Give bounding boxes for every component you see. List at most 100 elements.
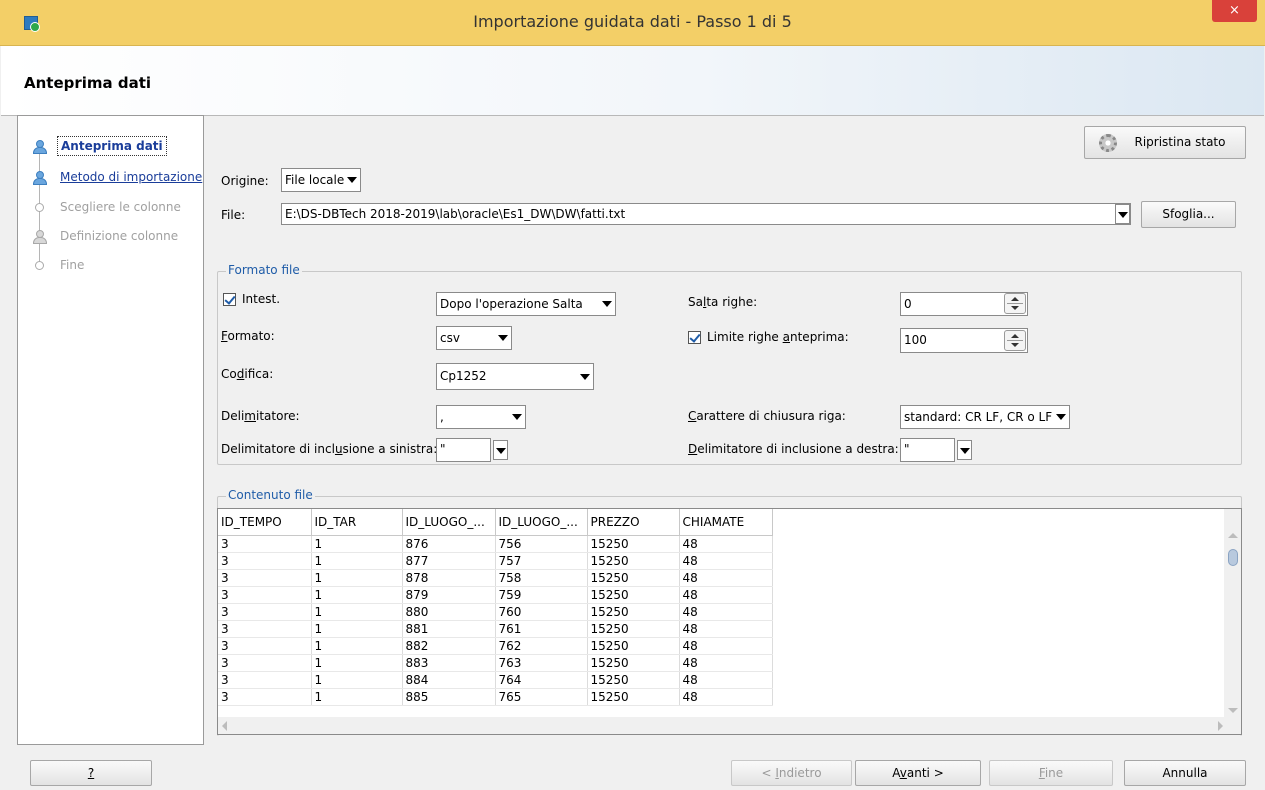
- table-row[interactable]: 3 1 883 763 15250 48: [218, 654, 773, 672]
- table-cell: 3: [218, 637, 312, 655]
- encoding-value: Cp1252: [440, 369, 487, 383]
- chevron-down-icon: [512, 414, 522, 420]
- restore-state-button[interactable]: Ripristina stato: [1084, 126, 1246, 159]
- eol-value: standard: CR LF, CR o LF: [904, 410, 1053, 424]
- skip-rows-stepper[interactable]: [1004, 293, 1026, 314]
- wizard-window: { "window": { "title": "Importazione gui…: [0, 0, 1265, 790]
- table-cell: 48: [679, 688, 773, 706]
- column-header[interactable]: ID_TAR: [311, 509, 403, 536]
- table-row[interactable]: 3 1 878 758 15250 48: [218, 569, 773, 587]
- table-cell: 884: [402, 671, 496, 689]
- table-cell: 3: [218, 688, 312, 706]
- encoding-select[interactable]: Cp1252: [436, 363, 594, 390]
- help-button[interactable]: ?: [30, 760, 152, 786]
- column-header[interactable]: ID_LUOGO_...: [402, 509, 496, 536]
- table-cell: 3: [218, 535, 312, 553]
- file-content-group-title: Contenuto file: [226, 488, 315, 502]
- table-row[interactable]: 3 1 885 765 15250 48: [218, 688, 773, 706]
- table-cell: 881: [402, 620, 496, 638]
- table-header-row: ID_TEMPO ID_TAR ID_LUOGO_... ID_LUOGO_..…: [218, 509, 773, 536]
- table-cell: 3: [218, 654, 312, 672]
- right-enclosure-input[interactable]: ": [900, 438, 955, 462]
- browse-button[interactable]: Sfoglia...: [1141, 201, 1236, 228]
- table-cell: 1: [311, 620, 403, 638]
- table-cell: 760: [495, 603, 588, 621]
- table-row[interactable]: 3 1 877 757 15250 48: [218, 552, 773, 570]
- table-cell: 759: [495, 586, 588, 604]
- table-cell: 762: [495, 637, 588, 655]
- table-row[interactable]: 3 1 880 760 15250 48: [218, 603, 773, 621]
- table-row[interactable]: 3 1 879 759 15250 48: [218, 586, 773, 604]
- title-bar: Importazione guidata dati - Passo 1 di 5…: [0, 0, 1265, 46]
- page-title: Anteprima dati: [24, 74, 152, 92]
- origin-value: File locale: [285, 173, 345, 187]
- right-enclosure-label: Delimitatore di inclusione a destra:: [688, 442, 899, 456]
- column-header[interactable]: ID_LUOGO_...: [495, 509, 588, 536]
- nav-step-choose-columns: Scegliere le colonne: [18, 196, 203, 218]
- left-enclosure-input[interactable]: ": [436, 438, 491, 462]
- next-button[interactable]: Avanti >: [855, 760, 981, 786]
- table-cell: 764: [495, 671, 588, 689]
- table-cell: 48: [679, 535, 773, 553]
- column-header[interactable]: CHIAMATE: [679, 509, 773, 536]
- step-person-icon: [32, 230, 47, 244]
- close-button[interactable]: ×: [1212, 0, 1257, 22]
- cancel-button[interactable]: Annulla: [1124, 760, 1246, 786]
- restore-state-label: Ripristina stato: [1134, 135, 1226, 149]
- table-cell: 882: [402, 637, 496, 655]
- file-path-input[interactable]: E:\DS-DBTech 2018-2019\lab\oracle\Es1_DW…: [281, 203, 1131, 225]
- left-enclosure-label: Delimitatore di inclusione a sinistra:: [221, 442, 438, 456]
- column-header[interactable]: PREZZO: [587, 509, 680, 536]
- preview-limit-checkbox[interactable]: [688, 331, 701, 344]
- header-option-select[interactable]: Dopo l'operazione Salta: [436, 292, 616, 316]
- table-row[interactable]: 3 1 876 756 15250 48: [218, 535, 773, 553]
- help-label: ?: [87, 766, 95, 780]
- table-cell: 15250: [587, 535, 680, 553]
- table-cell: 885: [402, 688, 496, 706]
- origin-label: Origine:: [221, 174, 269, 188]
- nav-step-import-method[interactable]: Metodo di importazione: [18, 166, 203, 188]
- chevron-down-icon: [498, 335, 508, 341]
- delimiter-select[interactable]: ,: [436, 405, 526, 429]
- delimiter-label: Delimitatore:: [221, 409, 300, 423]
- format-label: Formato:: [221, 329, 275, 343]
- preview-limit-stepper[interactable]: [1004, 330, 1026, 351]
- table-cell: 880: [402, 603, 496, 621]
- vertical-scrollbar[interactable]: [1224, 509, 1241, 719]
- table-cell: 761: [495, 620, 588, 638]
- horizontal-scrollbar[interactable]: [218, 717, 1241, 734]
- right-enclosure-dropdown[interactable]: [957, 440, 972, 460]
- table-cell: 756: [495, 535, 588, 553]
- chevron-down-icon: [347, 177, 357, 183]
- table-cell: 15250: [587, 637, 680, 655]
- eol-label: Carattere di chiusura riga:: [688, 409, 846, 423]
- table-row[interactable]: 3 1 881 761 15250 48: [218, 620, 773, 638]
- back-button[interactable]: < Indietro: [731, 760, 852, 786]
- table-cell: 48: [679, 637, 773, 655]
- nav-step-label: Metodo di importazione: [60, 170, 203, 184]
- table-cell: 763: [495, 654, 588, 672]
- nav-step-label: Fine: [60, 258, 85, 272]
- table-body: 3 1 876 756 15250 48 3 1 877 757 15250 48 3 1 878 758 15…: [218, 535, 773, 706]
- table-row[interactable]: 3 1 882 762 15250 48: [218, 637, 773, 655]
- table-cell: 1: [311, 688, 403, 706]
- finish-button[interactable]: Fine: [989, 760, 1113, 786]
- file-format-group-title: Formato file: [226, 263, 302, 277]
- table-cell: 1: [311, 671, 403, 689]
- chevron-down-icon: [580, 373, 590, 380]
- file-label: File:: [221, 208, 246, 222]
- eol-select[interactable]: standard: CR LF, CR o LF: [900, 405, 1070, 429]
- format-select[interactable]: csv: [436, 326, 512, 350]
- left-enclosure-dropdown[interactable]: [493, 440, 508, 460]
- file-content-table[interactable]: ID_TEMPO ID_TAR ID_LUOGO_... ID_LUOGO_..…: [217, 508, 1242, 735]
- header-checkbox[interactable]: [223, 293, 236, 306]
- header-label: Intest.: [242, 292, 281, 306]
- nav-step-data-preview[interactable]: Anteprima dati: [18, 135, 203, 157]
- table-cell: 48: [679, 586, 773, 604]
- table-cell: 1: [311, 654, 403, 672]
- column-header[interactable]: ID_TEMPO: [218, 509, 312, 536]
- table-row[interactable]: 3 1 884 764 15250 48: [218, 671, 773, 689]
- origin-select[interactable]: File locale: [281, 168, 361, 192]
- file-history-dropdown[interactable]: [1115, 204, 1130, 224]
- table-cell: 48: [679, 654, 773, 672]
